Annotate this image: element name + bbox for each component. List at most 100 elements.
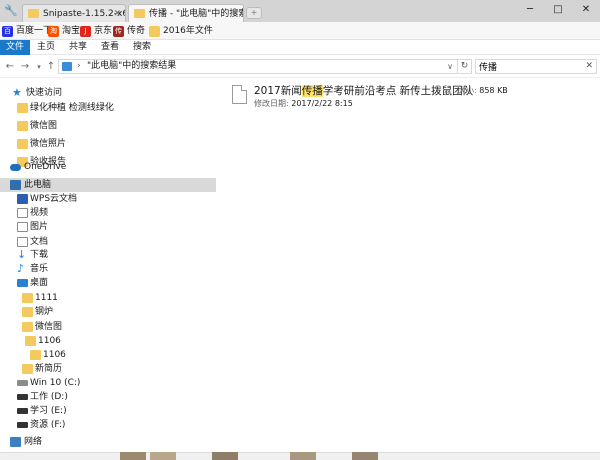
taskbar-thumbnail[interactable] (212, 452, 238, 460)
drive-icon (17, 408, 28, 414)
nav-quick-item[interactable]: 微信图 (0, 119, 216, 133)
size-label: 大小: (458, 86, 477, 95)
bookmark-label: 京东 (94, 26, 113, 36)
nav-label: 学习 (E:) (30, 406, 67, 416)
music-icon: ♪ (17, 262, 25, 275)
nav-this-pc[interactable]: 此电脑 (0, 178, 216, 192)
taskbar-thumbnail[interactable] (150, 452, 176, 460)
nav-pc-item[interactable]: 图片 (0, 220, 216, 234)
bookmark-chuanqi[interactable]: 传 传奇 (113, 24, 145, 38)
nav-label: 绿化种植 检测线绿化 (30, 103, 114, 113)
back-button[interactable]: ← (3, 59, 17, 75)
nav-pc-item[interactable]: 视频 (0, 206, 216, 220)
folder-icon (149, 26, 160, 37)
close-icon[interactable]: ✕ (231, 5, 239, 22)
bookmark-2016[interactable]: 2016年文件 (149, 24, 213, 38)
nav-network[interactable]: 网络 (0, 435, 216, 449)
wrench-icon[interactable]: 🔧 (4, 4, 18, 18)
folder-icon (134, 9, 145, 18)
nav-label: 微信图 (35, 322, 63, 332)
close-icon[interactable]: ✕ (113, 5, 121, 22)
nav-label: 工作 (D:) (30, 392, 68, 402)
result-size: 大小: 858 KB (458, 86, 508, 96)
nav-onedrive[interactable]: OneDrive (0, 160, 216, 174)
minimize-button[interactable]: ─ (516, 2, 544, 18)
nav-label: Win 10 (C:) (30, 378, 81, 388)
nav-desktop-item[interactable]: 1106 (0, 348, 216, 362)
tab-snipaste[interactable]: Snipaste-1.15.2-x64 ✕ (22, 4, 126, 22)
nav-pc-item[interactable]: 文档 (0, 235, 216, 249)
date-value: 2017/2/22 8:15 (291, 99, 353, 108)
nav-label: 文档 (30, 237, 49, 247)
search-folder-icon (62, 62, 72, 71)
taskbar-thumbnail[interactable] (120, 452, 146, 460)
nav-desktop-item[interactable]: 1106 (0, 334, 216, 348)
baidu-icon: 百 (2, 26, 13, 37)
cloud-icon (10, 164, 21, 171)
search-result-item[interactable]: 2017新闻传播学考研前沿考点 新传土拨鼠团队 修改日期: 2017/2/22 … (226, 82, 596, 112)
folder-icon (25, 336, 36, 346)
bookmark-taobao[interactable]: 淘 淘宝 (48, 24, 80, 38)
download-icon: ↓ (17, 248, 27, 261)
nav-drive-d[interactable]: 工作 (D:) (0, 390, 216, 404)
search-box[interactable]: ✕ (475, 59, 597, 74)
tab-home[interactable]: 主页 (30, 40, 62, 55)
nav-label: 视频 (30, 208, 49, 218)
tab-view[interactable]: 查看 (94, 40, 126, 55)
desktop-icon (17, 279, 28, 287)
clear-search-icon[interactable]: ✕ (585, 60, 593, 73)
new-tab-button[interactable]: + (246, 7, 262, 19)
nav-label: 1106 (43, 350, 66, 360)
maximize-button[interactable]: □ (544, 2, 572, 18)
network-icon (10, 437, 21, 447)
address-bar[interactable]: › "此电脑"中的搜索结果 ∨ (58, 59, 458, 74)
size-value: 858 KB (479, 86, 508, 95)
tab-share[interactable]: 共享 (62, 40, 94, 55)
chevron-down-icon[interactable]: ∨ (447, 60, 453, 73)
nav-pc-item[interactable]: ♪ 音乐 (0, 262, 216, 276)
nav-quick-item[interactable]: 微信照片 (0, 137, 216, 151)
nav-drive-f[interactable]: 资源 (F:) (0, 418, 216, 432)
refresh-button[interactable]: ↻ (458, 59, 472, 74)
search-highlight: 传播 (301, 85, 323, 97)
close-button[interactable]: ✕ (572, 2, 600, 18)
search-input[interactable] (479, 61, 579, 72)
taskbar-thumbnail[interactable] (352, 452, 378, 460)
nav-quick-access[interactable]: ★ 快速访问 (0, 86, 216, 100)
nav-pc-item[interactable]: ↓ 下载 (0, 248, 216, 262)
taskbar-thumbnail[interactable] (290, 452, 316, 460)
nav-label: 1106 (38, 336, 61, 346)
bookmark-baidu[interactable]: 百 百度一下 (2, 24, 52, 38)
tab-label: 传播 - "此电脑"中的搜索结 (149, 9, 243, 19)
nav-label: 音乐 (30, 264, 49, 274)
nav-desktop-item[interactable]: 新简历 (0, 362, 216, 376)
forward-button[interactable]: → (18, 59, 32, 75)
nav-label: 新简历 (35, 364, 63, 374)
up-button[interactable]: ↑ (44, 59, 58, 75)
file-icon (232, 85, 247, 104)
result-title[interactable]: 2017新闻传播学考研前沿考点 新传土拨鼠团队 (254, 84, 473, 98)
nav-desktop-item[interactable]: 微信图 (0, 320, 216, 334)
nav-desktop-item[interactable]: 钢炉 (0, 305, 216, 319)
bookmark-jd[interactable]: J 京东 (80, 24, 112, 38)
nav-drive-e[interactable]: 学习 (E:) (0, 404, 216, 418)
nav-drive-c[interactable]: Win 10 (C:) (0, 376, 216, 390)
bookmark-label: 2016年文件 (163, 26, 213, 36)
nav-quick-item[interactable]: 绿化种植 检测线绿化 (0, 101, 216, 115)
date-label: 修改日期: (254, 99, 289, 108)
nav-label: 资源 (F:) (30, 420, 66, 430)
tab-search[interactable]: 搜索 (126, 40, 158, 55)
breadcrumb[interactable]: "此电脑"中的搜索结果 (87, 60, 176, 73)
drive-icon (17, 422, 28, 428)
folder-icon (17, 103, 28, 113)
bookmark-label: 淘宝 (62, 26, 81, 36)
tab-file[interactable]: 文件 (0, 40, 30, 55)
nav-pc-item[interactable]: 桌面 (0, 276, 216, 290)
nav-label: 1111 (35, 293, 58, 303)
tab-search-results[interactable]: 传播 - "此电脑"中的搜索结 ✕ (128, 4, 244, 22)
nav-desktop-item[interactable]: 1111 (0, 291, 216, 305)
folder-icon (28, 9, 39, 18)
nav-label: WPS云文档 (30, 194, 78, 204)
nav-pc-item[interactable]: WPS云文档 (0, 192, 216, 206)
document-icon (17, 237, 28, 247)
